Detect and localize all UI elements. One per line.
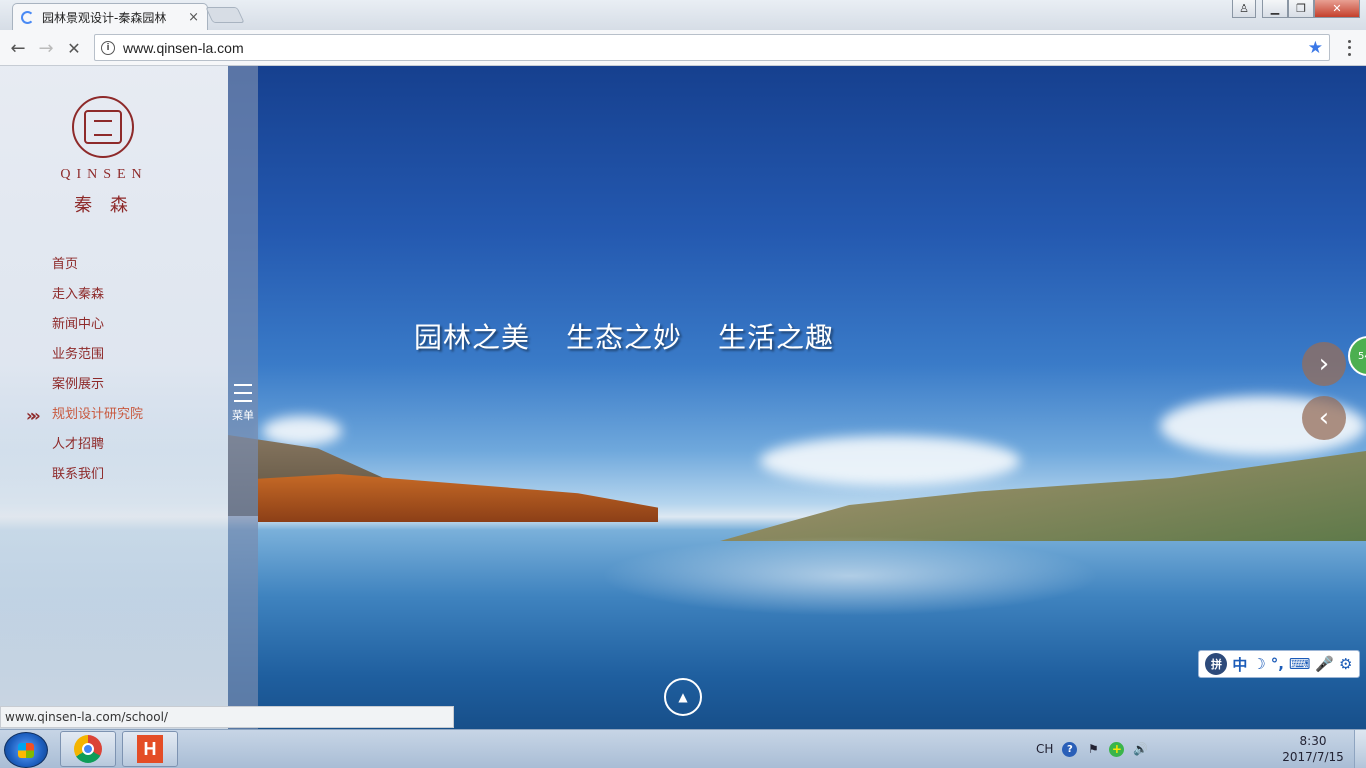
ime-punctuation-icon[interactable]: °,	[1271, 655, 1284, 673]
url-text[interactable]: www.qinsen-la.com	[123, 40, 1308, 56]
ime-mic-icon[interactable]: 🎤	[1315, 655, 1334, 673]
forward-button[interactable]: →	[34, 36, 58, 60]
title-bar: 园林景观设计-秦森园林 × ♙ ▁ ❐ ✕	[0, 0, 1366, 30]
loading-spinner-icon	[21, 10, 34, 24]
cloud	[262, 416, 342, 446]
scroll-up-button[interactable]: ▲	[664, 678, 702, 716]
language-indicator[interactable]: CH	[1036, 742, 1053, 756]
tab-close-icon[interactable]: ×	[188, 10, 199, 25]
ime-keyboard-icon[interactable]: ⌨	[1289, 655, 1311, 673]
nav-item-news[interactable]: 新闻中心	[52, 315, 143, 345]
autumn-forest	[258, 474, 658, 522]
help-icon[interactable]: ?	[1062, 741, 1078, 757]
taskbar-chrome[interactable]	[60, 731, 116, 767]
slider-prev-button[interactable]: ‹	[1302, 396, 1346, 440]
menu-label: 菜单	[232, 409, 254, 422]
ime-chinese-mode[interactable]: 中	[1232, 654, 1247, 675]
slider-next-button[interactable]: ›	[1302, 342, 1346, 386]
browser-toolbar: ← → ✕ i www.qinsen-la.com ★	[0, 30, 1366, 66]
status-bar-url: www.qinsen-la.com/school/	[0, 706, 454, 728]
tab-title: 园林景观设计-秦森园林	[42, 10, 167, 25]
slogan-1: 园林之美	[414, 321, 531, 354]
sidebar: QINSEN 秦 森 首页 走入秦森 新闻中心 业务范围 案例展示 »» 规划设…	[0, 66, 228, 729]
chrome-icon	[74, 735, 102, 763]
new-tab-button[interactable]	[205, 7, 245, 23]
maximize-button[interactable]: ❐	[1288, 0, 1314, 18]
ime-moon-icon[interactable]: ☽	[1252, 655, 1265, 673]
hero-slogan: 园林之美 生态之妙 生活之趣	[414, 316, 834, 356]
hamburger-icon	[229, 384, 257, 402]
cloud	[760, 436, 1020, 486]
page-viewport: 园林之美 生态之妙 生活之趣 › ‹ 54 拼 中 ☽ °, ⌨ 🎤 ⚙ ▲ Q…	[0, 66, 1366, 729]
nav-item-label: 规划设计研究院	[52, 407, 144, 422]
start-button[interactable]	[4, 732, 48, 768]
user-profile-button[interactable]: ♙	[1232, 0, 1256, 18]
site-info-icon[interactable]: i	[101, 40, 115, 55]
brand-name-en: QINSEN	[60, 167, 148, 182]
address-bar[interactable]: i www.qinsen-la.com ★	[94, 34, 1330, 61]
water-reflection	[600, 536, 1100, 616]
browser-menu-button[interactable]	[1342, 38, 1356, 58]
ime-logo-icon[interactable]: 拼	[1205, 653, 1228, 675]
system-tray: CH ? ⚑ + 🔊	[1036, 734, 1148, 764]
volume-icon[interactable]: 🔊	[1133, 742, 1148, 756]
slogan-3: 生活之趣	[718, 321, 835, 354]
nav-item-contact[interactable]: 联系我们	[52, 465, 143, 495]
nav-item-careers[interactable]: 人才招聘	[52, 435, 143, 465]
system-clock[interactable]: 8:30 2017/7/15	[1278, 733, 1348, 765]
taskbar: H CH ? ⚑ + 🔊 8:30 2017/7/15	[0, 729, 1366, 768]
show-desktop-button[interactable]	[1354, 730, 1366, 768]
active-arrow-icon: »»	[26, 406, 40, 425]
bookmark-star-icon[interactable]: ★	[1308, 38, 1323, 58]
taskbar-html-editor[interactable]: H	[122, 731, 178, 767]
qinsen-logo-icon[interactable]	[72, 96, 134, 158]
brand-name-cn: 秦 森	[74, 195, 134, 216]
nav-item-cases[interactable]: 案例展示	[52, 375, 143, 405]
clock-time: 8:30	[1299, 734, 1327, 748]
back-button[interactable]: ←	[6, 36, 30, 60]
flag-icon[interactable]: ⚑	[1086, 742, 1100, 756]
nav-item-about[interactable]: 走入秦森	[52, 285, 143, 315]
html-editor-icon: H	[137, 735, 163, 763]
nav-item-home[interactable]: 首页	[52, 255, 143, 285]
menu-toggle-button[interactable]: 菜单	[229, 384, 257, 423]
main-nav: 首页 走入秦森 新闻中心 业务范围 案例展示 »» 规划设计研究院 人才招聘 联…	[26, 255, 144, 495]
plus-icon[interactable]: +	[1109, 741, 1125, 757]
nav-item-institute[interactable]: »» 规划设计研究院	[26, 405, 144, 435]
slogan-2: 生态之妙	[566, 321, 683, 354]
nav-item-business[interactable]: 业务范围	[52, 345, 143, 375]
minimize-button[interactable]: ▁	[1262, 0, 1288, 18]
clock-date: 2017/7/15	[1282, 750, 1344, 764]
stop-loading-button[interactable]: ✕	[62, 36, 86, 60]
ime-settings-icon[interactable]: ⚙	[1339, 655, 1352, 673]
browser-tab[interactable]: 园林景观设计-秦森园林 ×	[12, 3, 208, 30]
ime-toolbar[interactable]: 拼 中 ☽ °, ⌨ 🎤 ⚙	[1198, 650, 1360, 678]
close-window-button[interactable]: ✕	[1314, 0, 1360, 18]
